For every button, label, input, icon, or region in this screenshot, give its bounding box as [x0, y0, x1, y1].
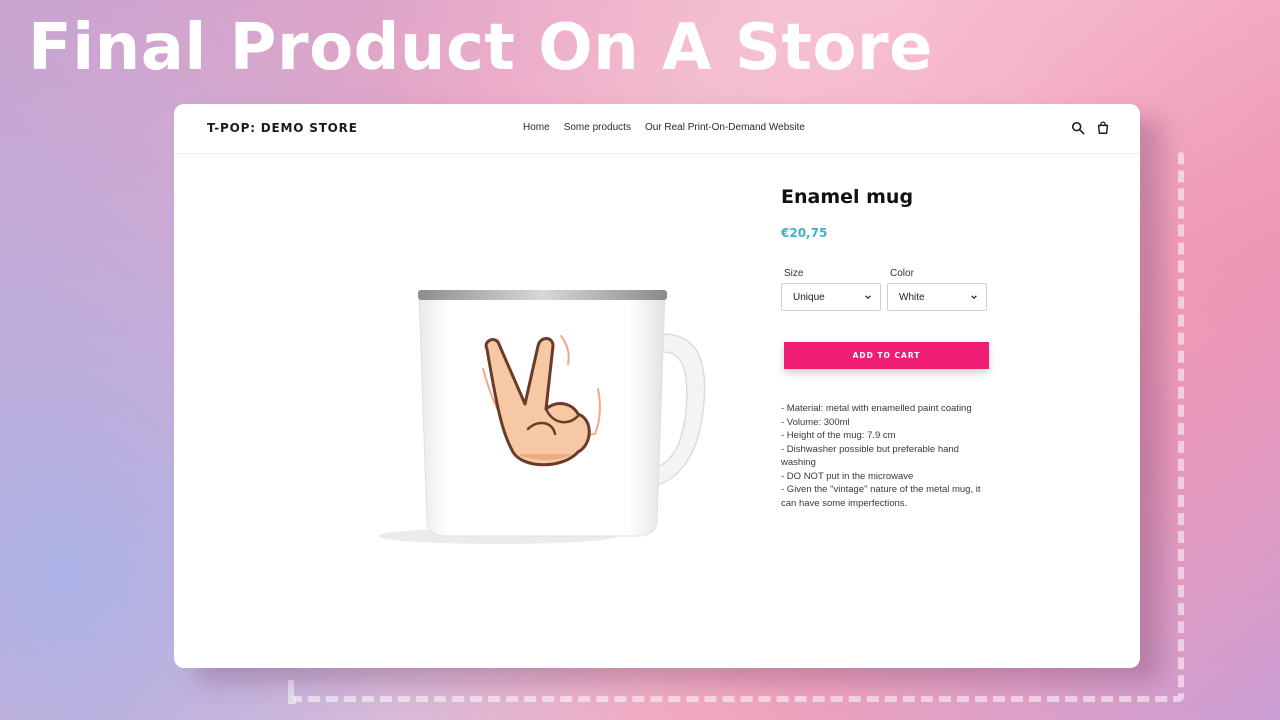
search-icon[interactable]	[1071, 121, 1085, 135]
store-header: T-POP: DEMO STORE Home Some products Our…	[174, 104, 1140, 154]
description-line: - Height of the mug: 7.9 cm	[781, 430, 896, 441]
color-select[interactable]: White	[887, 283, 987, 311]
description-line: - Material: metal with enamelled paint c…	[781, 403, 972, 414]
description-line: can have some imperfections.	[781, 497, 908, 509]
product-info: Enamel mug €20,75 Size Unique Color Whit…	[781, 186, 1011, 510]
chevron-down-icon	[971, 295, 977, 300]
store-logo[interactable]: T-POP: DEMO STORE	[207, 121, 358, 135]
cart-icon[interactable]	[1096, 121, 1110, 135]
main-nav: Home Some products Our Real Print-On-Dem…	[523, 122, 805, 133]
nav-print-on-demand[interactable]: Our Real Print-On-Demand Website	[645, 122, 805, 133]
color-label: Color	[890, 268, 914, 279]
size-option: Size Unique	[781, 268, 881, 311]
product-price: €20,75	[781, 226, 828, 240]
enamel-mug-image	[378, 290, 706, 544]
description-line: washing	[781, 457, 816, 468]
chevron-down-icon	[865, 295, 871, 300]
dashed-frame-corner	[288, 680, 296, 704]
add-to-cart-button[interactable]: ADD TO CART	[784, 342, 989, 369]
size-label: Size	[784, 268, 804, 279]
size-select-value: Unique	[793, 291, 825, 303]
product-options: Size Unique Color White	[781, 268, 1011, 311]
product-title: Enamel mug	[781, 186, 914, 208]
nav-home[interactable]: Home	[523, 122, 550, 133]
description-line: - Dishwasher possible but preferable han…	[781, 443, 959, 455]
store-window: T-POP: DEMO STORE Home Some products Our…	[174, 104, 1140, 668]
description-line: - Given the "vintage" nature of the meta…	[781, 484, 981, 495]
nav-some-products[interactable]: Some products	[564, 122, 631, 133]
hero-title: Final Product On A Store	[28, 11, 933, 85]
description-line: - DO NOT put in the microwave	[781, 470, 914, 482]
size-select[interactable]: Unique	[781, 283, 881, 311]
product-image[interactable]	[323, 186, 763, 626]
product-description: - Material: metal with enamelled paint c…	[781, 402, 1011, 510]
color-option: Color White	[887, 268, 987, 311]
color-select-value: White	[899, 291, 925, 303]
description-line: - Volume: 300ml	[781, 416, 850, 428]
header-icons	[1071, 121, 1110, 135]
